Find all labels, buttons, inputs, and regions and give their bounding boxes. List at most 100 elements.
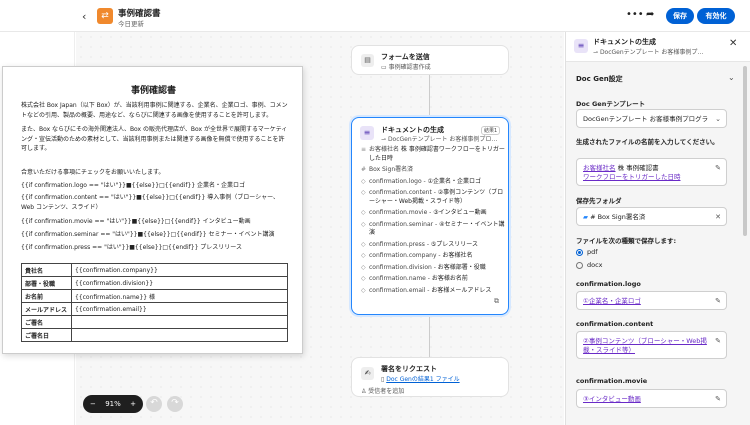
movie-field[interactable]: ③インタビュー動画 ✎ [576, 389, 727, 408]
chevron-down-icon: ⌄ [715, 115, 721, 123]
table-row: 貴社名 {{confirmation.company}} [21, 263, 288, 277]
panel-title: ドキュメントの生成 [593, 38, 656, 46]
edit-pencil-icon[interactable]: ✎ [715, 164, 721, 172]
table-cell: ご署名 [21, 315, 72, 329]
node-field-row: ◇ confirmation.movie - ③インタビュー動画 [361, 209, 505, 218]
content-label: confirmation.content [576, 320, 654, 328]
edit-pencil-icon[interactable]: ✎ [715, 297, 721, 305]
zoom-out-button[interactable]: − [90, 400, 96, 408]
document-line: {{if confirmation.content == "はい"}}■{{el… [21, 194, 280, 211]
folder-label: 保存先フォルダ [576, 197, 622, 205]
logo-value: ①企業名・企業ロゴ [583, 297, 641, 305]
node-field-row: ≡ お客様社名 株 事例確認書ワークフローをトリガーした日時 [361, 146, 505, 163]
field-text: confirmation.movie - ③インタビュー動画 [369, 209, 487, 216]
edit-pencil-icon[interactable]: ✎ [715, 337, 721, 345]
node-field-row: ◇ confirmation.press - ⑤プレスリリース [361, 241, 505, 250]
chevron-down-icon[interactable]: ⌄ [728, 73, 735, 82]
node-field-row: # Box Sign署名済 [361, 166, 505, 175]
doc-gen-icon: ≡ [360, 126, 374, 140]
field-text: confirmation.press - ⑤プレスリリース [369, 240, 478, 248]
field-icon: # [361, 166, 367, 173]
node-field-row: ◇ confirmation.email - お客様メールアドレス [361, 287, 505, 296]
properties-panel: ≡ ドキュメントの生成 ⇀ DocGenテンプレート お客様事例プ… ✕ Doc… [565, 32, 750, 425]
field-text: Box Sign署名済 [369, 166, 414, 173]
field-icon: ◇ [361, 220, 366, 228]
document-line: {{if confirmation.movie == "はい"}}■{{else… [21, 218, 251, 225]
doc-gen-node[interactable]: ≡ ドキュメントの生成 結果1 ⇀ DocGenテンプレート お客様事例プロ… … [351, 117, 509, 315]
redo-icon[interactable]: ↷ [167, 396, 183, 412]
radio-docx[interactable]: docx [576, 261, 603, 269]
field-text: confirmation.logo - ①企業名・企業ロゴ [369, 177, 482, 185]
radio-pdf[interactable]: pdf [576, 248, 598, 256]
template-select[interactable]: DocGenテンプレート お客様事例プログラ… ⌄ [576, 109, 727, 128]
node-field-row: ◇ confirmation.logo - ①企業名・企業ロゴ [361, 178, 505, 187]
table-cell [71, 315, 288, 329]
field-icon: ◇ [361, 286, 366, 294]
filename-value: お客様社名 株 事例確認書 ワークフローをトリガーした日時 [583, 164, 681, 181]
more-icon[interactable]: ••• [626, 9, 644, 23]
zoom-control: − 91% + [83, 395, 143, 413]
panel-scrollbar[interactable] [743, 66, 747, 236]
field-icon: ◇ [361, 252, 366, 259]
zoom-in-button[interactable]: + [130, 400, 136, 408]
logo-field[interactable]: ①企業名・企業ロゴ ✎ [576, 291, 727, 310]
movie-label: confirmation.movie [576, 377, 648, 385]
field-text: confirmation.company - お客様社名 [369, 252, 473, 259]
close-icon[interactable]: ✕ [729, 38, 737, 49]
document-paragraph: 株式会社 Box Japan（以下 Box）が、当該利用事例に関連する、企業名、… [21, 102, 288, 119]
form-submit-node[interactable]: ▤ フォームを送信 ▭ 事例確認書作成 [351, 45, 509, 75]
zoom-level: 91% [105, 400, 121, 408]
field-icon: ◇ [361, 189, 366, 196]
edit-pencil-icon[interactable]: ✎ [715, 395, 721, 403]
movie-value: ③インタビュー動画 [583, 395, 641, 403]
table-cell: {{confirmation.name}} 様 [71, 289, 288, 303]
field-text: confirmation.content - ②事例コンテンツ（ブローシャー・W… [369, 189, 504, 205]
document-line: {{if confirmation.press == "はい"}}■{{else… [21, 244, 243, 251]
field-text: confirmation.seminar - ④セミナー・イベント講演 [369, 220, 505, 237]
template-value: DocGenテンプレート お客様事例プログラ… [583, 115, 708, 123]
sign-icon: ✍ [361, 367, 374, 380]
document-heading: 事例確認書 [130, 86, 176, 96]
back-arrow-icon[interactable]: ‹ [82, 10, 86, 23]
table-row: メールアドレス {{confirmation.email}} [21, 302, 288, 316]
field-icon: ◇ [361, 263, 366, 271]
node-subtitle: ▯ Doc Genの結果1 ファイル [381, 376, 460, 383]
enable-button[interactable]: 有効化 [697, 8, 735, 24]
folder-icon: ▰ [583, 213, 588, 221]
sign-request-node[interactable]: ✍ 署名をリクエスト ▯ Doc Genの結果1 ファイル ♙ 受信者を追加 [351, 357, 509, 397]
page-subtitle: 今日更新 [118, 20, 144, 28]
content-field[interactable]: ②事例コンテンツ（ブローシャー・Web掲載・スライド等） ✎ [576, 331, 727, 359]
table-cell: 貴社名 [21, 263, 72, 277]
field-icon: ◇ [361, 177, 366, 185]
node-subtitle: ▭ 事例確認書作成 [381, 64, 431, 71]
node-field-row: ◇ confirmation.company - お客様社名 [361, 252, 505, 261]
node-field-row: ◇ confirmation.name - お客様お名前 [361, 275, 505, 284]
filename-field[interactable]: お客様社名 株 事例確認書 ワークフローをトリガーした日時 ✎ [576, 158, 727, 186]
node-title: 署名をリクエスト [381, 365, 437, 373]
table-cell: お名前 [21, 289, 72, 303]
share-icon[interactable]: ➦ [646, 9, 654, 20]
save-button[interactable]: 保存 [666, 8, 694, 24]
copy-icon[interactable]: ⧉ [494, 297, 499, 306]
connector-line [429, 75, 430, 117]
node-field-row: ◇ confirmation.content - ②事例コンテンツ（ブローシャー・… [361, 189, 505, 206]
field-text: お客様社名 株 事例確認書ワークフローをトリガーした日時 [369, 146, 505, 162]
table-row: お名前 {{confirmation.name}} 様 [21, 289, 288, 303]
clear-icon[interactable]: ✕ [715, 213, 721, 221]
folder-field[interactable]: ▰ # Box Sign署名済 ✕ [576, 207, 727, 226]
field-icon: ◇ [361, 275, 366, 282]
document-line: {{if confirmation.seminar == "はい"}}■{{el… [21, 231, 275, 238]
connector-line [429, 315, 430, 357]
template-label: Doc Genテンプレート [576, 100, 646, 108]
field-icon: ◇ [361, 240, 366, 248]
document-paragraph: また、Box ならびにその海外関連法人、Box の販売代理店が、Box が全世界… [21, 126, 288, 152]
table-cell: 部署・役職 [21, 276, 72, 290]
undo-icon[interactable]: ↶ [146, 396, 162, 412]
field-icon: ◇ [361, 209, 366, 216]
section-title: Doc Gen設定 [576, 75, 623, 83]
table-row: ご署名 [21, 315, 288, 329]
node-title: フォームを送信 [381, 53, 430, 61]
table-cell: メールアドレス [21, 302, 72, 316]
filetype-label: ファイルを次の種類で保存します: [576, 237, 677, 245]
panel-subtitle: ⇀ DocGenテンプレート お客様事例プ… [593, 49, 704, 56]
